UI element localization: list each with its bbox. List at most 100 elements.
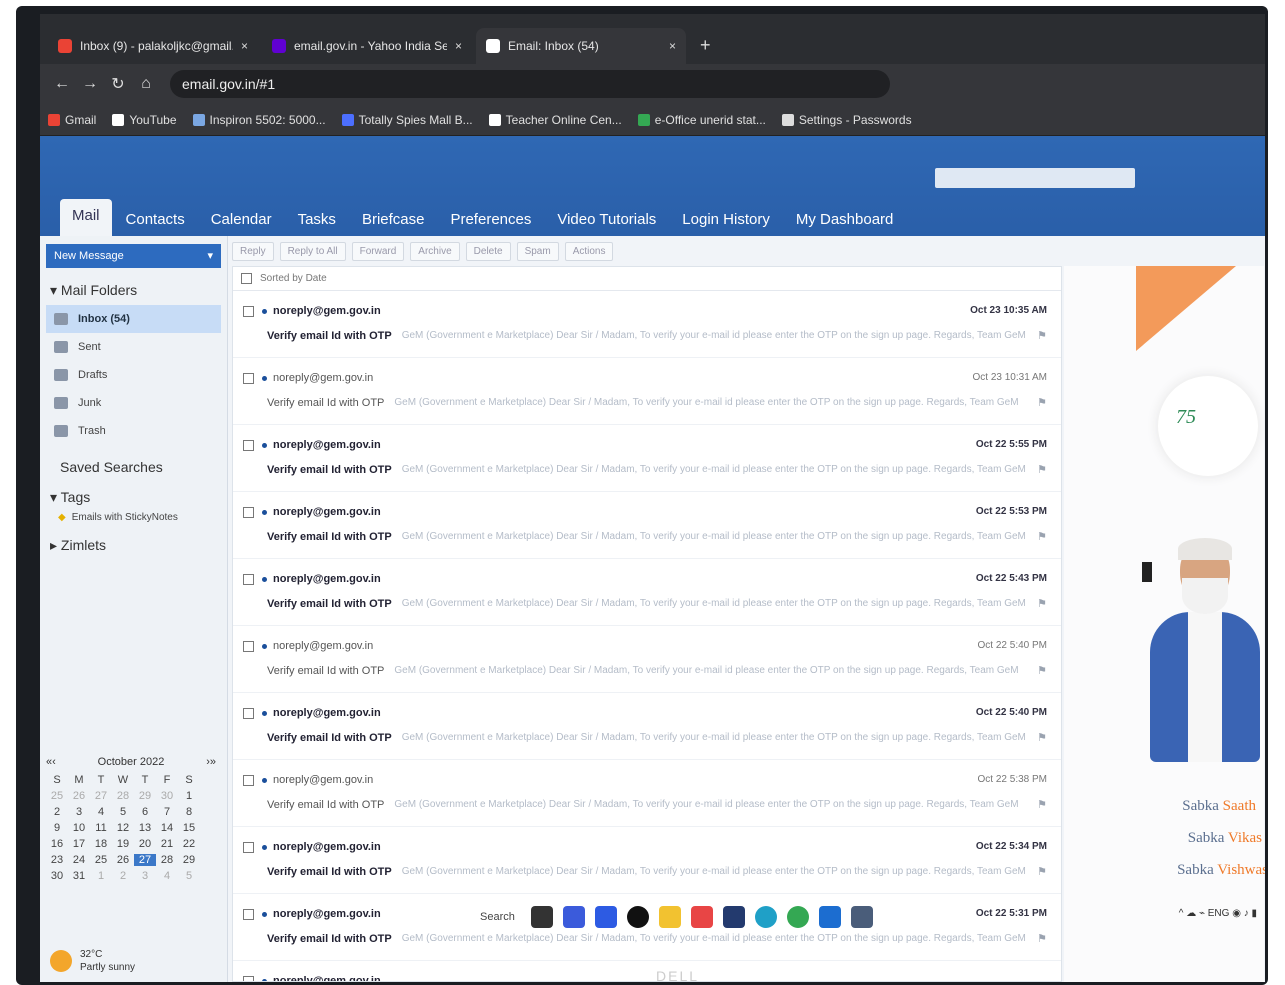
tag-item[interactable]: ◆ Emails with StickyNotes (40, 512, 227, 523)
tags-heading[interactable]: ▾ Tags (50, 489, 227, 506)
flag-icon[interactable]: ⚑ (1037, 329, 1047, 342)
flag-icon[interactable]: ⚑ (1037, 396, 1047, 409)
calendar-day[interactable]: 17 (68, 838, 90, 850)
folder-item[interactable]: Sent (40, 333, 227, 361)
message-row[interactable]: noreply@gem.gov.in Oct 22 5:38 PM Verify e… (233, 760, 1061, 827)
message-row[interactable]: noreply@gem.gov.in Oct 23 10:31 AM Verify … (233, 358, 1061, 425)
calendar-day[interactable]: 6 (134, 806, 156, 818)
chrome-icon[interactable] (786, 906, 809, 928)
tab-video-tutorials[interactable]: Video Tutorials (545, 203, 668, 236)
bookmark-item[interactable]: Teacher Online Cen... (488, 113, 622, 127)
calendar-day[interactable]: 11 (90, 822, 112, 834)
toolbar-reply-to-all-button[interactable]: Reply to All (279, 241, 346, 261)
back-icon[interactable]: ← (48, 75, 76, 93)
calendar-day[interactable]: 29 (134, 790, 156, 802)
calendar-day[interactable]: 1 (178, 790, 200, 802)
message-row[interactable]: noreply@gem.gov.in Oct 22 5:43 PM Verify e… (233, 559, 1061, 626)
calendar-day[interactable]: 7 (156, 806, 178, 818)
calendar-day[interactable]: 2 (112, 870, 134, 882)
message-checkbox[interactable] (243, 841, 254, 853)
calendar-day[interactable]: 4 (156, 870, 178, 882)
edge-icon[interactable] (754, 906, 777, 928)
new-message-button[interactable]: New Message ▾ (46, 244, 221, 268)
flag-icon[interactable]: ⚑ (1037, 530, 1047, 543)
weather-widget[interactable]: 32°C Partly sunny (50, 948, 135, 974)
message-checkbox[interactable] (243, 372, 254, 384)
calendar-day[interactable]: 3 (68, 806, 90, 818)
tab-my-dashboard[interactable]: My Dashboard (784, 203, 906, 236)
calendar-day[interactable]: 16 (46, 838, 68, 850)
folder-item[interactable]: Trash (40, 417, 227, 445)
message-row[interactable]: noreply@gem.gov.in Oct 23 10:35 AM Verify … (233, 291, 1061, 358)
home-icon[interactable]: ⌂ (132, 75, 160, 93)
search-input[interactable] (935, 168, 1135, 188)
new-tab-icon[interactable]: + (690, 35, 721, 64)
flag-icon[interactable]: ⚑ (1037, 865, 1047, 878)
calendar-day[interactable]: 3 (134, 870, 156, 882)
next-year-icon[interactable]: ›» (206, 756, 216, 768)
toolbar-reply-button[interactable]: Reply (232, 241, 274, 261)
flag-icon[interactable]: ⚑ (1037, 664, 1047, 677)
browser-tab[interactable]: Email: Inbox (54) × (476, 28, 686, 64)
toolbar-archive-button[interactable]: Archive (410, 241, 460, 261)
calendar-day[interactable]: 28 (156, 854, 178, 866)
message-checkbox[interactable] (243, 640, 254, 652)
calendar-day[interactable]: 21 (156, 838, 178, 850)
calendar-day[interactable]: 12 (112, 822, 134, 834)
calendar-day[interactable]: 27 (90, 790, 112, 802)
message-row[interactable]: noreply@gem.gov.in Oct 22 5:34 PM Verify e… (233, 827, 1061, 894)
tab-tasks[interactable]: Tasks (286, 203, 348, 236)
select-all-checkbox[interactable] (241, 273, 252, 284)
zimlets-heading[interactable]: ▸ Zimlets (50, 537, 227, 554)
calendar-day[interactable]: 29 (178, 854, 200, 866)
bookmark-item[interactable]: Gmail (48, 113, 96, 127)
tab-mail[interactable]: Mail (60, 199, 112, 236)
url-field[interactable]: email.gov.in/#1 (170, 70, 890, 98)
calendar-day[interactable]: 2 (46, 806, 68, 818)
file-explorer-icon[interactable] (530, 906, 553, 928)
bookmark-item[interactable]: Inspiron 5502: 5000... (192, 113, 326, 127)
reload-icon[interactable]: ↻ (104, 74, 132, 94)
calendar-day[interactable]: 9 (46, 822, 68, 834)
calendar-day[interactable]: 23 (46, 854, 68, 866)
message-checkbox[interactable] (243, 573, 254, 585)
message-checkbox[interactable] (243, 305, 254, 317)
calendar-day[interactable]: 26 (112, 854, 134, 866)
message-row[interactable]: noreply@gem.gov.in Oct 22 5:55 PM Verify e… (233, 425, 1061, 492)
message-checkbox[interactable] (243, 506, 254, 518)
store-icon[interactable] (722, 906, 745, 928)
folder-item[interactable]: Inbox (54) (46, 305, 221, 333)
calendar-day[interactable]: 14 (156, 822, 178, 834)
message-checkbox[interactable] (243, 774, 254, 786)
calendar-day[interactable]: 1 (90, 870, 112, 882)
close-icon[interactable]: × (669, 39, 676, 53)
tab-briefcase[interactable]: Briefcase (350, 203, 437, 236)
calendar-day[interactable]: 30 (156, 790, 178, 802)
bookmark-item[interactable]: e-Office unerid stat... (637, 113, 766, 127)
toolbar-actions-button[interactable]: Actions (564, 241, 614, 261)
flag-icon[interactable]: ⚑ (1037, 798, 1047, 811)
calendar-day[interactable]: 27 (134, 854, 156, 866)
message-row[interactable]: noreply@gem.gov.in Oct 22 5:53 PM Verify e… (233, 492, 1061, 559)
toolbar-spam-button[interactable]: Spam (516, 241, 559, 261)
office-icon[interactable] (690, 906, 713, 928)
saved-searches-heading[interactable]: Saved Searches (60, 459, 227, 475)
prev-year-icon[interactable]: «‹ (46, 756, 56, 768)
settings-icon[interactable] (850, 906, 873, 928)
calendar-day[interactable]: 13 (134, 822, 156, 834)
toolbar-delete-button[interactable]: Delete (465, 241, 511, 261)
calendar-day[interactable]: 30 (46, 870, 68, 882)
calendar-day[interactable]: 22 (178, 838, 200, 850)
calendar-day[interactable]: 19 (112, 838, 134, 850)
close-icon[interactable]: × (241, 39, 248, 53)
message-row[interactable]: noreply@gem.gov.in Oct 22 5:40 PM Verify e… (233, 626, 1061, 693)
folder-icon[interactable] (658, 906, 681, 928)
tab-login-history[interactable]: Login History (670, 203, 782, 236)
calendar-day[interactable]: 20 (134, 838, 156, 850)
media-player-icon[interactable] (626, 906, 649, 928)
message-checkbox[interactable] (243, 975, 254, 981)
calendar-day[interactable]: 8 (178, 806, 200, 818)
forward-icon[interactable]: → (76, 75, 104, 93)
tab-preferences[interactable]: Preferences (438, 203, 543, 236)
calendar-day[interactable]: 4 (90, 806, 112, 818)
